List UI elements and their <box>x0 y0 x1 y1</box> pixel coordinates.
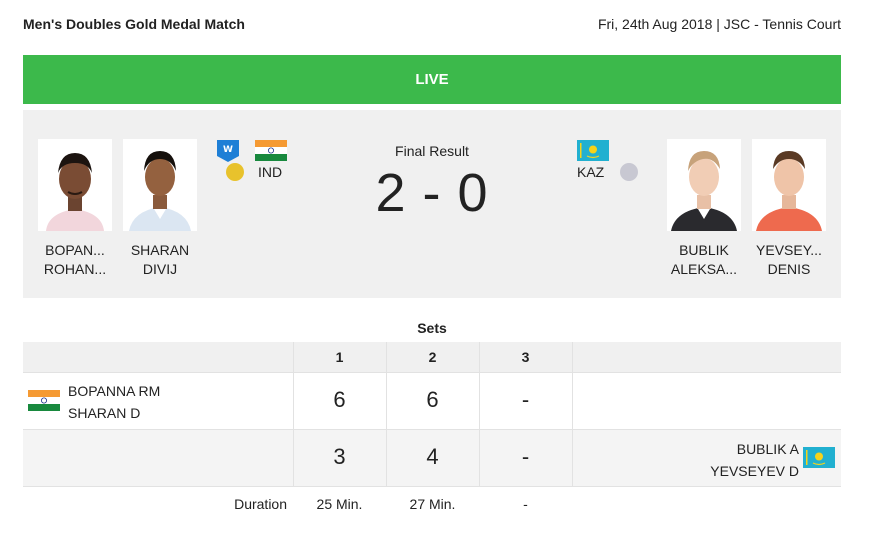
home-player-2-given: DIVIJ <box>142 261 178 277</box>
winner-badge-letter: W <box>223 145 233 155</box>
set-2-duration: 27 Min. <box>409 496 456 512</box>
score-panel: BOPAN... ROHAN... SHARAN DIVIJ W IND Fin… <box>23 110 841 298</box>
away-player-2-given: DENIS <box>767 261 811 277</box>
sets-header-row: 1 2 3 <box>23 342 841 372</box>
player-photo-bopanna[interactable] <box>38 139 112 231</box>
home-set-3-score: - <box>521 387 530 412</box>
player-photo-sharan[interactable] <box>123 139 197 231</box>
duration-label: Duration <box>234 496 287 512</box>
india-flag-icon <box>28 390 60 411</box>
away-player-1-name[interactable]: BUBLIK ALEKSA... <box>664 241 744 279</box>
away-country-code: KAZ <box>577 164 605 180</box>
silver-medal-icon <box>620 163 638 181</box>
away-player-1-surname: BUBLIK <box>679 242 729 258</box>
home-player-1-surname: BOPAN... <box>45 242 105 258</box>
row-divider <box>23 429 841 430</box>
home-player-2-name[interactable]: SHARAN DIVIJ <box>120 241 200 279</box>
player-photo-bublik[interactable] <box>667 139 741 231</box>
live-label: LIVE <box>415 71 449 88</box>
home-set-1-score: 6 <box>333 387 346 412</box>
table-row-home: BOPANNA RM SHARAN D 6 6 - <box>23 372 841 429</box>
away-set-3-score: - <box>521 444 530 469</box>
match-header: Men's Doubles Gold Medal Match Fri, 24th… <box>23 16 841 38</box>
away-pair-line-2: YEVSEYEV D <box>710 463 799 479</box>
gold-medal-icon <box>226 163 244 181</box>
column-divider <box>293 342 294 486</box>
home-player-1-name[interactable]: BOPAN... ROHAN... <box>35 241 115 279</box>
live-status-bar: LIVE <box>23 55 841 104</box>
column-divider <box>386 342 387 486</box>
kazakhstan-flag-icon <box>577 140 609 161</box>
set-column-3: 3 <box>521 349 530 365</box>
match-score: 2 - 0 <box>375 163 489 223</box>
sets-title: Sets <box>417 320 447 336</box>
away-set-1-score: 3 <box>333 444 346 469</box>
home-country-code: IND <box>258 164 283 180</box>
set-1-duration: 25 Min. <box>316 496 363 512</box>
away-player-2-surname: YEVSEY... <box>756 242 822 258</box>
set-column-2: 2 <box>428 349 437 365</box>
away-pair-names: BUBLIK A YEVSEYEV D <box>710 438 799 482</box>
column-divider <box>479 342 480 486</box>
event-title: Men's Doubles Gold Medal Match <box>23 16 245 32</box>
away-player-1-given: ALEKSA... <box>670 261 738 277</box>
home-player-1-given: ROHAN... <box>43 261 107 277</box>
india-flag-icon <box>255 140 287 161</box>
final-result-label: Final Result <box>395 143 469 159</box>
table-row-away: 3 4 - BUBLIK A YEVSEYEV D <box>23 429 841 486</box>
set-column-1: 1 <box>335 349 344 365</box>
player-photo-yevseyev[interactable] <box>752 139 826 231</box>
row-divider <box>23 372 841 373</box>
home-pair-names: BOPANNA RM SHARAN D <box>68 380 160 424</box>
away-set-2-score: 4 <box>426 444 439 469</box>
set-3-duration: - <box>523 496 528 512</box>
away-pair-line-1: BUBLIK A <box>736 441 799 457</box>
kazakhstan-flag-icon <box>803 447 835 468</box>
home-pair-line-1: BOPANNA RM <box>68 383 161 399</box>
away-player-2-name[interactable]: YEVSEY... DENIS <box>749 241 829 279</box>
winner-badge-icon: W <box>217 140 239 162</box>
duration-row: Duration 25 Min. 27 Min. - <box>23 486 841 522</box>
column-divider <box>572 342 573 486</box>
event-info: Fri, 24th Aug 2018 | JSC - Tennis Court <box>597 16 841 32</box>
home-set-2-score: 6 <box>426 387 439 412</box>
row-divider <box>23 486 841 487</box>
home-pair-line-2: SHARAN D <box>68 405 141 421</box>
home-player-2-surname: SHARAN <box>130 242 190 258</box>
